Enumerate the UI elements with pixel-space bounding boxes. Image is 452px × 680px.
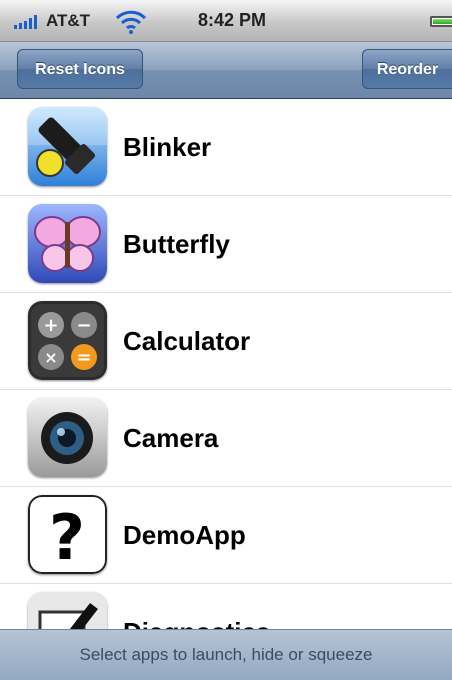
svg-text:+: + <box>43 315 58 336</box>
app-name: Calculator <box>123 326 251 356</box>
camera-icon <box>28 398 107 477</box>
signal-strength-icon <box>14 15 40 29</box>
list-item-blinker[interactable]: Blinker <box>0 99 452 196</box>
carrier-name: AT&T <box>46 11 91 30</box>
status-bar: AT&T 8:42 PM <box>0 0 452 42</box>
list-item-diagnostics[interactable]: Diagnostics <box>0 584 452 629</box>
list-item-demoapp[interactable]: ? DemoApp <box>0 487 452 584</box>
flashlight-icon <box>28 107 107 186</box>
svg-text:−: − <box>76 315 91 336</box>
navigation-bar: Reset Icons Reorder <box>0 42 452 99</box>
wifi-icon <box>115 10 147 34</box>
app-name: DemoApp <box>123 520 246 550</box>
question-mark-icon: ? <box>28 495 107 574</box>
app-list[interactable]: Blinker Butterfly + − × = Calculator Cam… <box>0 99 452 629</box>
list-item-camera[interactable]: Camera <box>0 390 452 487</box>
calculator-icon: + − × = <box>28 301 107 380</box>
app-name: Butterfly <box>123 229 230 259</box>
app-name: Blinker <box>123 132 212 162</box>
battery-icon <box>430 16 452 27</box>
reorder-button[interactable]: Reorder <box>362 49 452 89</box>
bottom-toolbar: Select apps to launch, hide or squeeze <box>0 629 452 680</box>
butterfly-icon <box>28 204 107 283</box>
app-name: Diagnostics <box>123 584 270 629</box>
svg-text:?: ? <box>49 501 85 574</box>
reset-icons-button[interactable]: Reset Icons <box>17 49 143 89</box>
checkmark-icon <box>28 592 107 629</box>
list-item-butterfly[interactable]: Butterfly <box>0 196 452 293</box>
app-name: Camera <box>123 423 219 453</box>
list-item-calculator[interactable]: + − × = Calculator <box>0 293 452 390</box>
svg-text:×: × <box>44 348 57 367</box>
svg-text:=: = <box>76 347 91 368</box>
clock: 8:42 PM <box>198 10 267 30</box>
instruction-text: Select apps to launch, hide or squeeze <box>79 645 373 664</box>
